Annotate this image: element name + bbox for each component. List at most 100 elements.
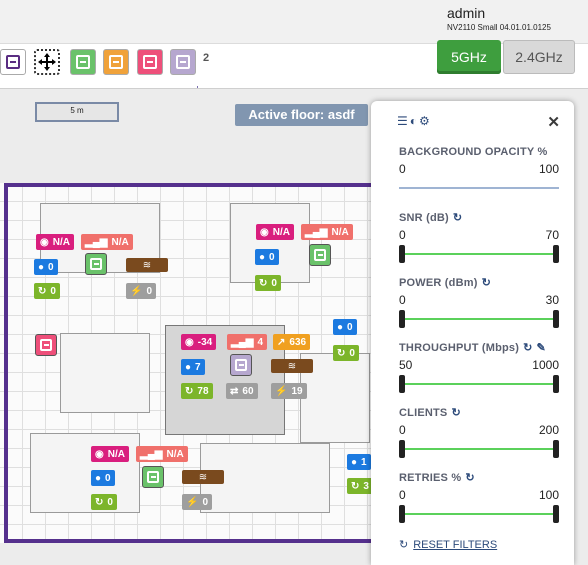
refresh-icon: ↻ <box>38 285 47 297</box>
tool-ap-green[interactable] <box>70 49 96 75</box>
access-point[interactable] <box>230 354 252 376</box>
filter-title: CLIENTS <box>399 406 448 419</box>
snr-range-slider[interactable] <box>399 245 559 263</box>
tool-move[interactable] <box>34 49 60 75</box>
filter-min: 0 <box>399 488 406 502</box>
user-icon: ● <box>95 472 102 484</box>
refresh-icon[interactable]: ↻ <box>453 211 462 224</box>
filter-max: 200 <box>538 423 559 437</box>
rss-icon: ◉ <box>40 236 49 248</box>
filter-max: 70 <box>545 228 559 242</box>
filter-title: THROUGHPUT (Mbps) <box>399 341 520 354</box>
filter-title: POWER (dBm) <box>399 276 478 289</box>
badge-snr: ◉ -34 <box>181 334 217 350</box>
filter-snr: SNR (dB) ↻ 0 70 <box>399 211 559 263</box>
filter-background-opacity: BACKGROUND OPACITY % 0 100 <box>399 146 559 197</box>
list-icon[interactable]: ☰ <box>397 114 408 128</box>
close-icon[interactable]: ✕ <box>547 113 560 131</box>
user-icon: ● <box>351 456 358 468</box>
trend-icon: ↗ <box>277 336 286 348</box>
slider-handle-max[interactable] <box>553 375 559 393</box>
tool-ap-lavender[interactable] <box>170 49 196 75</box>
retries-range-slider[interactable] <box>399 505 559 523</box>
wifi-icon: ≋ <box>271 359 313 373</box>
bolt-icon: ⚡ <box>275 385 288 397</box>
filter-panel: ☰ ◐ ⚙ ✕ BACKGROUND OPACITY % 0 100 SNR (d… <box>371 101 574 565</box>
badge-channel: ⇄ 60 <box>226 383 258 399</box>
bolt-icon: ⚡ <box>186 496 199 508</box>
wifi-icon: ≋ <box>182 470 224 484</box>
refresh-icon: ↻ <box>351 480 360 492</box>
move-icon <box>38 53 56 71</box>
refresh-icon: ↻ <box>95 496 104 508</box>
access-point[interactable] <box>309 244 331 266</box>
throughput-range-slider[interactable] <box>399 375 559 393</box>
badge-snr: ◉ N/A <box>256 224 294 240</box>
rss-icon: ◉ <box>260 226 269 238</box>
slider-handle-min[interactable] <box>399 440 405 458</box>
slider-handle-min[interactable] <box>399 245 405 263</box>
reset-filters-link[interactable]: ↻ RESET FILTERS <box>399 538 497 552</box>
badge-snr: ◉ N/A <box>91 446 129 462</box>
badge-retries: ↻ 0 <box>34 283 60 299</box>
badge-throughput: ⚡ 19 <box>271 383 307 399</box>
badge-retries: ↻ 0 <box>91 494 117 510</box>
arrows-icon: ⇄ <box>230 385 239 397</box>
filter-min: 50 <box>399 358 413 372</box>
filter-min: 0 <box>399 162 406 176</box>
badge-throughput: ↗ 636 <box>273 334 311 350</box>
refresh-icon[interactable]: ↻ <box>523 341 532 354</box>
tool-ap-pink[interactable] <box>137 49 163 75</box>
filter-retries: RETRIES % ↻ 0 100 <box>399 471 559 523</box>
filter-clients: CLIENTS ↻ 0 200 <box>399 406 559 458</box>
badge-power: ▂▄▆ N/A <box>301 224 353 240</box>
badge-throughput: ⚡ 0 <box>126 283 157 299</box>
active-floor-label: Active floor: asdf <box>235 104 368 126</box>
badge-throughput: ⚡ 0 <box>182 494 213 510</box>
scale-bar: 5 m <box>35 102 119 122</box>
refresh-icon: ↻ <box>399 539 409 551</box>
device-info: NV2110 Small 04.01.01.0125 <box>447 23 551 32</box>
contrast-toggle-icon[interactable]: ◐ <box>410 114 417 128</box>
tool-ap-purple[interactable] <box>0 49 26 75</box>
user-name[interactable]: admin <box>447 5 485 21</box>
gear-icon[interactable]: ⚙ <box>419 114 430 128</box>
refresh-icon[interactable]: ↻ <box>451 406 460 419</box>
user-icon: ● <box>38 261 45 273</box>
clients-range-slider[interactable] <box>399 440 559 458</box>
filter-title: SNR (dB) <box>399 211 449 224</box>
slider-handle-max[interactable] <box>553 440 559 458</box>
badge-clients: ● 0 <box>91 470 115 486</box>
slider-handle-min[interactable] <box>399 375 405 393</box>
slider-handle-min[interactable] <box>399 310 405 328</box>
access-point[interactable] <box>85 253 107 275</box>
access-point[interactable] <box>142 466 164 488</box>
badge-retries: ↻ 0 <box>255 275 281 291</box>
user-icon: ● <box>259 251 266 263</box>
filter-max: 1000 <box>532 358 559 372</box>
badge-clients: ● 0 <box>333 319 357 335</box>
band-24ghz-button[interactable]: 2.4GHz <box>503 40 575 74</box>
refresh-icon[interactable]: ↻ <box>482 276 491 289</box>
panel-toolbar: ☰ ◐ ⚙ <box>397 114 430 128</box>
band-5ghz-button[interactable]: 5GHz <box>437 40 501 74</box>
top-bar: admin NV2110 Small 04.01.01.0125 <box>0 0 588 44</box>
access-point[interactable] <box>35 334 57 356</box>
badge-clients: ● 7 <box>181 359 205 375</box>
opacity-slider[interactable] <box>399 179 559 197</box>
power-range-slider[interactable] <box>399 310 559 328</box>
rss-icon: ◉ <box>95 448 104 460</box>
refresh-icon: ↻ <box>337 347 346 359</box>
badge-retries: ↻ 78 <box>181 383 213 399</box>
tool-ap-orange[interactable] <box>103 49 129 75</box>
refresh-icon[interactable]: ↻ <box>465 471 474 484</box>
signal-bars-icon: ▂▄▆ <box>140 448 163 460</box>
badge-power: ▂▄▆ N/A <box>136 446 188 462</box>
badge-retries: ↻ 3 <box>347 478 373 494</box>
slider-handle-min[interactable] <box>399 505 405 523</box>
slider-handle-max[interactable] <box>553 505 559 523</box>
slider-handle-max[interactable] <box>553 310 559 328</box>
edit-icon[interactable]: ✎ <box>537 341 546 354</box>
filter-title: RETRIES % <box>399 471 462 484</box>
slider-handle-max[interactable] <box>553 245 559 263</box>
